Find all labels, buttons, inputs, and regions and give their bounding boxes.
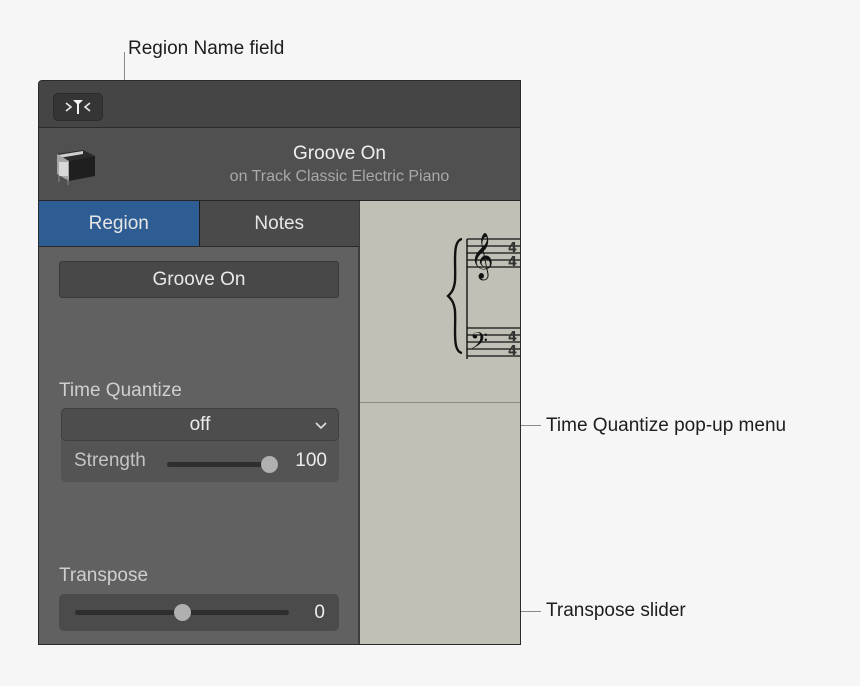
treble-clef-icon: 𝄞 [470, 233, 494, 281]
callout-time-quantize-popup: Time Quantize pop-up menu [546, 415, 787, 436]
svg-text:4: 4 [508, 344, 517, 359]
strength-value: 100 [295, 450, 327, 471]
strength-label: Strength [74, 450, 146, 471]
time-quantize-popup[interactable]: off [61, 408, 339, 441]
time-quantize-label: Time Quantize [59, 380, 182, 401]
time-quantize-value: off [189, 413, 211, 435]
score-divider [360, 402, 520, 403]
time-quantize-group: off Strength 100 [61, 408, 339, 482]
region-name-field[interactable]: Groove On [59, 261, 339, 298]
transpose-slider-group: 0 [59, 594, 339, 631]
inspector-tabs: Region Notes [39, 201, 359, 247]
region-inspector: Groove On Time Quantize off Strength 100… [39, 247, 359, 644]
toolbar [39, 81, 520, 128]
callout-region-name-field: Region Name field [128, 38, 285, 59]
chevron-down-icon [315, 422, 327, 430]
tab-region[interactable]: Region [39, 201, 200, 246]
score-editor: 𝄞 4 4 𝄢 4 4 [359, 201, 520, 644]
grand-staff: 𝄞 4 4 𝄢 4 4 [446, 233, 520, 360]
strength-slider-track[interactable] [167, 462, 269, 467]
catch-filter-button[interactable] [53, 93, 103, 121]
transpose-label: Transpose [59, 565, 149, 586]
strength-slider-knob[interactable] [260, 456, 278, 473]
svg-text:4: 4 [508, 255, 517, 270]
region-header: Groove On on Track Classic Electric Pian… [39, 128, 520, 202]
track-subtitle: on Track Classic Electric Piano [229, 168, 450, 185]
tab-notes[interactable]: Notes [199, 201, 359, 246]
bass-clef-icon: 𝄢 [470, 327, 488, 360]
catch-filter-icon [65, 100, 91, 114]
transpose-slider-knob[interactable] [173, 604, 191, 621]
time-signature-treble: 4 [508, 241, 517, 256]
callout-transpose-slider: Transpose slider [546, 600, 686, 621]
electric-piano-icon [57, 150, 95, 185]
time-signature-bass: 4 [508, 330, 517, 345]
brace-icon [446, 237, 463, 355]
region-title: Groove On [293, 143, 386, 164]
region-inspector-window: Groove On on Track Classic Electric Pian… [38, 80, 521, 645]
transpose-value: 0 [314, 602, 325, 623]
